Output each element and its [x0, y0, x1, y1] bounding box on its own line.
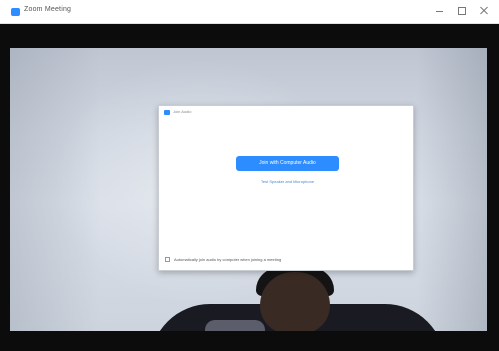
minimize-icon[interactable] — [433, 4, 447, 18]
join-audio-dialog: Join Audio Join with Computer Audio Test… — [158, 105, 414, 271]
dialog-app-icon — [164, 110, 170, 115]
participant-shirt — [205, 320, 265, 331]
auto-join-checkbox[interactable] — [165, 256, 170, 262]
participant-video — [150, 268, 445, 331]
auto-join-row: Automatically join audio by computer whe… — [165, 255, 281, 263]
test-speaker-microphone-link[interactable]: Test Speaker and Microphone — [244, 179, 331, 184]
window-title-bar: Zoom Meeting — [0, 0, 499, 24]
participant-head — [260, 272, 330, 331]
dialog-title: Join Audio — [173, 109, 192, 114]
zoom-app-icon — [11, 8, 20, 16]
close-icon[interactable] — [477, 4, 491, 18]
maximize-icon[interactable] — [455, 4, 469, 18]
auto-join-label: Automatically join audio by computer whe… — [174, 256, 282, 262]
video-shadow-left — [10, 48, 100, 331]
join-computer-audio-button[interactable]: Join with Computer Audio — [236, 156, 339, 171]
window-title: Zoom Meeting — [24, 6, 72, 13]
